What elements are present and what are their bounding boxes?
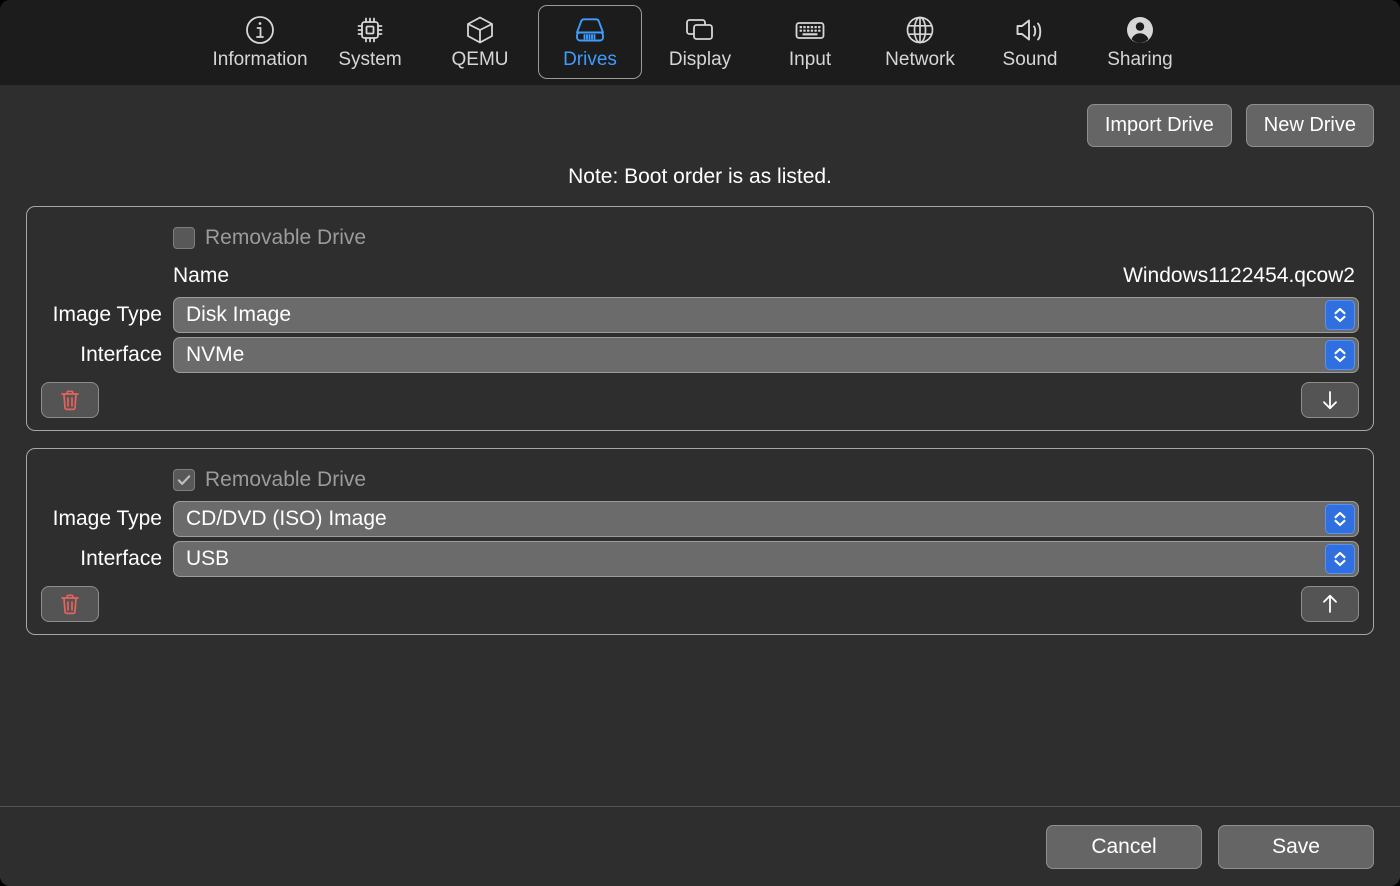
boot-order-note: Note: Boot order is as listed. xyxy=(26,165,1374,189)
vm-settings-window: Information System QEMU xyxy=(0,0,1400,886)
chevron-updown-icon[interactable] xyxy=(1325,544,1355,574)
arrow-down-icon xyxy=(1319,388,1341,412)
cpu-chip-icon xyxy=(354,13,386,47)
removable-drive-label: Removable Drive xyxy=(205,468,366,492)
globe-icon xyxy=(904,13,936,47)
drive-actions xyxy=(41,586,1359,622)
cube-box-icon xyxy=(464,13,496,47)
image-type-value: CD/DVD (ISO) Image xyxy=(186,507,387,531)
chevron-updown-icon[interactable] xyxy=(1325,300,1355,330)
tab-system[interactable]: System xyxy=(318,5,422,79)
image-type-select[interactable]: Disk Image xyxy=(173,297,1359,333)
tab-label: Information xyxy=(212,49,307,71)
tab-label: QEMU xyxy=(452,49,509,71)
interface-label: Interface xyxy=(41,343,173,367)
checkbox-box[interactable] xyxy=(173,469,195,491)
keyboard-icon xyxy=(793,13,827,47)
removable-drive-label: Removable Drive xyxy=(205,226,366,250)
tab-label: Sharing xyxy=(1107,49,1173,71)
removable-drive-checkbox[interactable]: Removable Drive xyxy=(173,226,366,250)
interface-row: Interface USB xyxy=(41,541,1359,577)
import-drive-button[interactable]: Import Drive xyxy=(1087,104,1232,147)
interface-select[interactable]: USB xyxy=(173,541,1359,577)
move-drive-down-button[interactable] xyxy=(1301,382,1359,418)
trash-icon xyxy=(59,592,81,616)
image-type-select[interactable]: CD/DVD (ISO) Image xyxy=(173,501,1359,537)
drive-actions xyxy=(41,382,1359,418)
delete-drive-button[interactable] xyxy=(41,586,99,622)
save-button[interactable]: Save xyxy=(1218,825,1374,869)
interface-value: NVMe xyxy=(186,343,244,367)
tab-sharing[interactable]: Sharing xyxy=(1088,5,1192,79)
tab-information[interactable]: Information xyxy=(208,5,312,79)
image-type-label: Image Type xyxy=(41,303,173,327)
tab-label: Network xyxy=(885,49,955,71)
tab-input[interactable]: Input xyxy=(758,5,862,79)
tab-label: Input xyxy=(789,49,831,71)
move-drive-up-button[interactable] xyxy=(1301,586,1359,622)
info-circle-icon xyxy=(244,13,276,47)
tab-label: Display xyxy=(669,49,731,71)
interface-row: Interface NVMe xyxy=(41,337,1359,373)
removable-drive-row: Removable Drive xyxy=(41,221,1359,255)
person-circle-icon xyxy=(1124,13,1156,47)
arrow-up-icon xyxy=(1319,592,1341,616)
windows-stack-icon xyxy=(683,13,717,47)
tab-label: Sound xyxy=(1003,49,1058,71)
checkbox-box[interactable] xyxy=(173,227,195,249)
new-drive-button[interactable]: New Drive xyxy=(1246,104,1374,147)
tab-sound[interactable]: Sound xyxy=(978,5,1082,79)
cancel-button[interactable]: Cancel xyxy=(1046,825,1202,869)
drive-item: Removable Drive Name Windows1122454.qcow… xyxy=(26,206,1374,431)
tab-network[interactable]: Network xyxy=(868,5,972,79)
delete-drive-button[interactable] xyxy=(41,382,99,418)
chevron-updown-icon[interactable] xyxy=(1325,504,1355,534)
image-type-label: Image Type xyxy=(41,507,173,531)
drive-toolbar: Import Drive New Drive xyxy=(26,85,1374,147)
speaker-icon xyxy=(1013,13,1047,47)
trash-icon xyxy=(59,388,81,412)
interface-label: Interface xyxy=(41,547,173,571)
drives-panel: Import Drive New Drive Note: Boot order … xyxy=(0,85,1400,806)
chevron-updown-icon[interactable] xyxy=(1325,340,1355,370)
interface-select[interactable]: NVMe xyxy=(173,337,1359,373)
dialog-footer: Cancel Save xyxy=(0,806,1400,886)
image-type-value: Disk Image xyxy=(186,303,291,327)
tab-label: System xyxy=(338,49,401,71)
interface-value: USB xyxy=(186,547,229,571)
image-type-row: Image Type Disk Image xyxy=(41,297,1359,333)
image-type-row: Image Type CD/DVD (ISO) Image xyxy=(41,501,1359,537)
drive-name-label: Name xyxy=(173,264,229,288)
tab-label: Drives xyxy=(563,49,617,71)
drive-name-row: Name Windows1122454.qcow2 xyxy=(41,259,1359,293)
tab-display[interactable]: Display xyxy=(648,5,752,79)
tab-drives[interactable]: Drives xyxy=(538,5,642,79)
removable-drive-row: Removable Drive xyxy=(41,463,1359,497)
removable-drive-checkbox[interactable]: Removable Drive xyxy=(173,468,366,492)
tab-qemu[interactable]: QEMU xyxy=(428,5,532,79)
drive-item: Removable Drive Image Type CD/DVD (ISO) … xyxy=(26,448,1374,635)
settings-toolbar: Information System QEMU xyxy=(0,0,1400,85)
drive-name-value: Windows1122454.qcow2 xyxy=(1123,264,1359,288)
hard-drive-icon xyxy=(573,13,607,47)
